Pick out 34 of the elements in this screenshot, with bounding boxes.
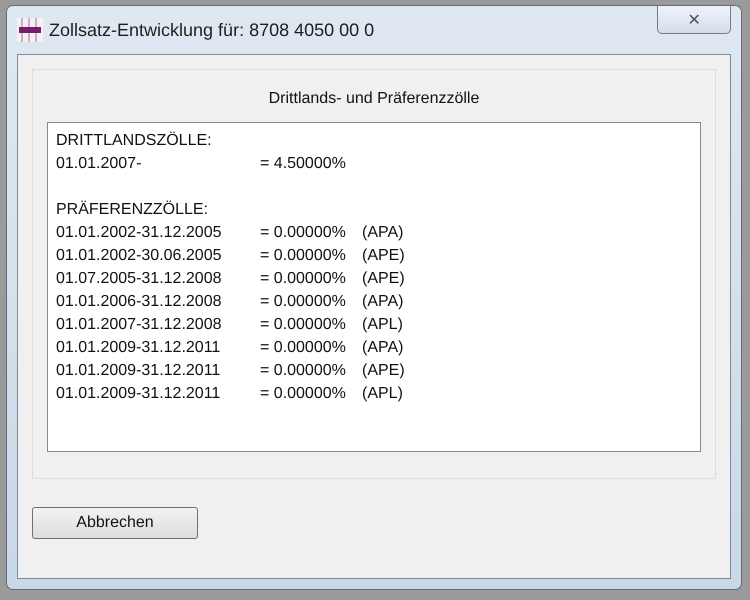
window-title: Zollsatz-Entwicklung für: 8708 4050 00 0 [49,20,374,40]
rate-text: = 0.00000% [260,224,347,242]
period-text: 01.01.2009-31.12.2011 [56,362,222,380]
code-text: (APA) [362,224,404,242]
period-text: 01.01.2009-31.12.2011 [56,338,222,356]
section-heading: DRITTLANDSZÖLLE: [56,132,212,150]
cancel-button[interactable]: Abbrechen [32,507,198,539]
close-button[interactable]: ✕ [657,6,731,34]
period-text: 01.01.2007-31.12.2008 [56,316,222,334]
code-text: (APL) [362,316,403,334]
code-text: (APA) [362,338,404,356]
code-text: (APE) [362,270,405,288]
rate-text: = 0.00000% [260,362,347,380]
period-text: 01.01.2002-30.06.2005 [56,246,222,264]
code-text: (APL) [362,384,403,402]
period-text: 01.01.2009-31.12.2011 [56,384,222,402]
section-heading: PRÄFERENZZÖLLE: [56,200,208,218]
group-title: Drittlands- und Präferenzzölle [268,90,480,108]
rate-text: = 4.50000% [260,154,347,172]
code-text: (APE) [362,362,405,380]
rate-text: = 0.00000% [260,384,347,402]
period-text: 01.01.2002-31.12.2005 [56,224,222,242]
rate-text: = 0.00000% [260,316,347,334]
rate-text: = 0.00000% [260,270,347,288]
rate-text: = 0.00000% [260,292,347,310]
app-logo-icon [17,18,43,42]
code-text: (APA) [362,292,404,310]
period-text: 01.01.2007- [56,154,142,172]
rate-text: = 0.00000% [260,246,347,264]
text-area[interactable] [47,122,701,452]
period-text: 01.07.2005-31.12.2008 [56,270,222,288]
rate-text: = 0.00000% [260,338,347,356]
code-text: (APE) [362,246,405,264]
period-text: 01.01.2006-31.12.2008 [56,292,222,310]
